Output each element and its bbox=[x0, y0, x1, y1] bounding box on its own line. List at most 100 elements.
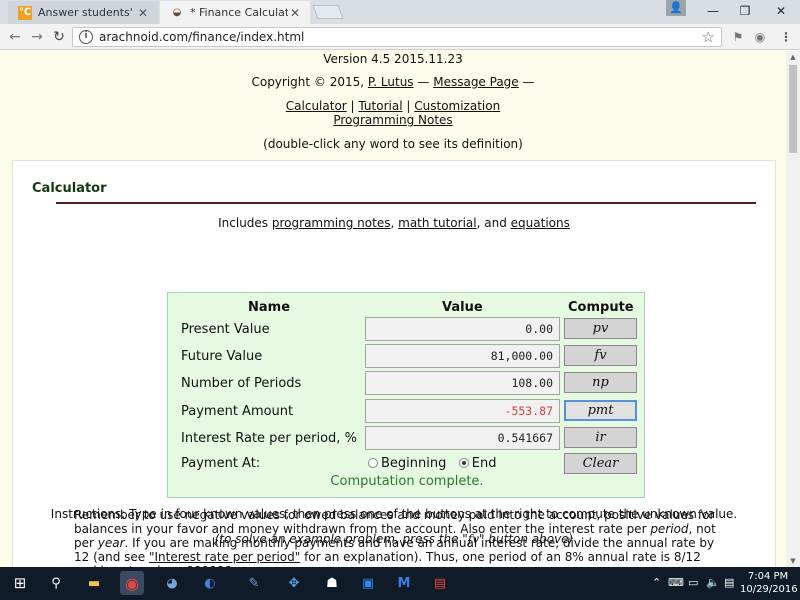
payment-amount-label: Payment Amount bbox=[181, 404, 294, 419]
new-tab-button[interactable] bbox=[312, 5, 344, 19]
beginning-radio[interactable] bbox=[368, 458, 378, 468]
dash: — bbox=[522, 75, 535, 89]
network-icon[interactable]: ▭ bbox=[688, 576, 698, 589]
value-header: Value bbox=[442, 300, 483, 315]
scroll-up-icon[interactable]: ▲ bbox=[786, 51, 800, 63]
separator: | bbox=[406, 99, 411, 113]
page-scrollbar[interactable]: ▲ ▼ bbox=[786, 51, 800, 567]
menu-icon[interactable]: ⋮ bbox=[778, 29, 794, 45]
info-icon[interactable]: i bbox=[79, 30, 93, 44]
calculator-section: Calculator Includes programming notes, m… bbox=[12, 160, 776, 567]
close-window-icon[interactable]: ✕ bbox=[764, 0, 798, 22]
pdf-app-icon[interactable]: ▤ bbox=[428, 571, 452, 595]
guidance-em: year bbox=[97, 536, 125, 550]
volume-icon[interactable]: 🔈 bbox=[706, 576, 720, 589]
payment-amount-input[interactable]: -553.87 bbox=[365, 399, 560, 423]
page-content: Version 4.5 2015.11.23 Copyright © 2015,… bbox=[0, 51, 786, 567]
comma: , bbox=[390, 216, 395, 230]
document-app-icon[interactable]: ▣ bbox=[356, 571, 380, 595]
guidance-paragraph: Remember to use negative values for owed… bbox=[74, 508, 724, 567]
app-globe-icon[interactable]: ◕ bbox=[160, 571, 184, 595]
customization-link[interactable]: Customization bbox=[414, 99, 500, 113]
url-text[interactable]: arachnoid.com/finance/index.html bbox=[99, 30, 304, 44]
file-explorer-icon[interactable]: ▬ bbox=[82, 571, 106, 595]
author-link[interactable]: P. Lutus bbox=[368, 75, 414, 89]
equations-link[interactable]: equations bbox=[511, 216, 570, 230]
fv-button[interactable]: fv bbox=[564, 345, 637, 366]
tutorial-link[interactable]: Tutorial bbox=[358, 99, 402, 113]
programming-notes-link[interactable]: programming notes bbox=[272, 216, 391, 230]
message-page-link[interactable]: Message Page bbox=[433, 75, 518, 89]
chrome-icon[interactable]: ◉ bbox=[120, 571, 144, 595]
copyright-line: Copyright © 2015, P. Lutus — Message Pag… bbox=[0, 75, 786, 89]
maple-icon[interactable]: ☗ bbox=[320, 571, 344, 595]
end-radio[interactable] bbox=[458, 458, 469, 468]
interest-rate-label: Interest Rate per period, % bbox=[181, 431, 357, 446]
tab-strip: ℃ Answer students' questio ✕ ◒ * Finance… bbox=[0, 0, 800, 24]
back-icon[interactable]: ← bbox=[6, 28, 24, 46]
number-of-periods-label: Number of Periods bbox=[181, 376, 302, 391]
separator: | bbox=[350, 99, 355, 113]
present-value-label: Present Value bbox=[181, 322, 270, 337]
extension-icon[interactable]: ⚑ bbox=[730, 29, 746, 45]
firefox-icon[interactable]: ◐ bbox=[198, 571, 222, 595]
number-of-periods-input[interactable]: 108.00 bbox=[365, 371, 560, 395]
payment-at-options: Beginning End bbox=[368, 456, 497, 471]
m-app-icon[interactable]: M bbox=[392, 571, 416, 595]
network-app-icon[interactable]: ✥ bbox=[282, 571, 306, 595]
tab-title: * Finance Calculator bbox=[190, 6, 288, 19]
status-message: Computation complete. bbox=[330, 474, 484, 489]
guidance-text: Remember to use negative values for owed… bbox=[74, 508, 715, 536]
copyright-text: Copyright © 2015, bbox=[251, 75, 365, 89]
close-tab-icon[interactable]: ✕ bbox=[288, 6, 302, 20]
profile-icon[interactable]: 👤 bbox=[666, 0, 686, 16]
extension-eye-icon[interactable]: ◉ bbox=[752, 29, 768, 45]
scroll-down-icon[interactable]: ▼ bbox=[786, 555, 800, 567]
and-text: , and bbox=[476, 216, 507, 230]
arachnoid-icon: ◒ bbox=[172, 7, 182, 18]
pmt-button[interactable]: pmt bbox=[564, 400, 637, 421]
divider bbox=[56, 202, 756, 204]
browser-toolbar: ← → ↻ i arachnoid.com/finance/index.html… bbox=[0, 24, 800, 50]
clock-time: 7:04 PM bbox=[747, 571, 789, 582]
interest-rate-link[interactable]: "Interest rate per period" bbox=[149, 550, 300, 564]
math-tutorial-link[interactable]: math tutorial bbox=[398, 216, 476, 230]
beginning-label[interactable]: Beginning bbox=[381, 456, 446, 471]
clear-button[interactable]: Clear bbox=[564, 453, 637, 474]
tab-answer-questions[interactable]: ℃ Answer students' questio ✕ bbox=[8, 1, 158, 24]
windows-taskbar: ⊞ ⚲ ▬ ◉ ◕ ◐ ✎ ✥ ☗ ▣ M ▤ ⌃ ⌨ ▭ 🔈 ▤ 7:04 P… bbox=[0, 567, 800, 600]
nav-links: Calculator | Tutorial | Customization bbox=[0, 99, 786, 113]
ir-button[interactable]: ir bbox=[564, 427, 637, 448]
clock[interactable]: 7:04 PM 10/29/2016 bbox=[740, 570, 798, 596]
includes-text: Includes bbox=[218, 216, 269, 230]
tab-finance-calculator[interactable]: ◒ * Finance Calculator ✕ bbox=[160, 1, 310, 24]
address-bar[interactable]: i arachnoid.com/finance/index.html ☆ bbox=[72, 27, 722, 47]
tray-chevron-icon[interactable]: ⌃ bbox=[652, 576, 661, 589]
app-icon[interactable]: ✎ bbox=[242, 571, 266, 595]
bookmark-star-icon[interactable]: ☆ bbox=[702, 28, 715, 46]
search-icon[interactable]: ⚲ bbox=[44, 571, 68, 595]
end-label[interactable]: End bbox=[472, 456, 497, 471]
notification-icon[interactable]: ▤ bbox=[724, 576, 734, 589]
windows-start-icon[interactable]: ⊞ bbox=[8, 571, 32, 595]
interest-rate-input[interactable]: 0.541667 bbox=[365, 426, 560, 450]
programming-notes-link[interactable]: Programming Notes bbox=[333, 113, 452, 127]
present-value-input[interactable]: 0.00 bbox=[365, 317, 560, 341]
reload-icon[interactable]: ↻ bbox=[50, 28, 68, 46]
keyboard-icon[interactable]: ⌨ bbox=[668, 576, 684, 589]
payment-at-label: Payment At: bbox=[181, 456, 261, 471]
future-value-label: Future Value bbox=[181, 349, 263, 364]
calculator-link[interactable]: Calculator bbox=[286, 99, 347, 113]
chegg-icon: ℃ bbox=[18, 5, 32, 20]
np-button[interactable]: np bbox=[564, 372, 637, 393]
future-value-input[interactable]: 81,000.00 bbox=[365, 344, 560, 368]
tab-title: Answer students' questio bbox=[38, 6, 136, 19]
name-header: Name bbox=[248, 300, 291, 315]
forward-icon[interactable]: → bbox=[28, 28, 46, 46]
scroll-thumb[interactable] bbox=[789, 65, 797, 153]
close-tab-icon[interactable]: ✕ bbox=[136, 6, 150, 20]
restore-icon[interactable]: ❐ bbox=[728, 0, 762, 22]
minimize-icon[interactable]: — bbox=[696, 0, 730, 22]
pv-button[interactable]: pv bbox=[564, 318, 637, 339]
version-text: Version 4.5 2015.11.23 bbox=[323, 52, 463, 66]
